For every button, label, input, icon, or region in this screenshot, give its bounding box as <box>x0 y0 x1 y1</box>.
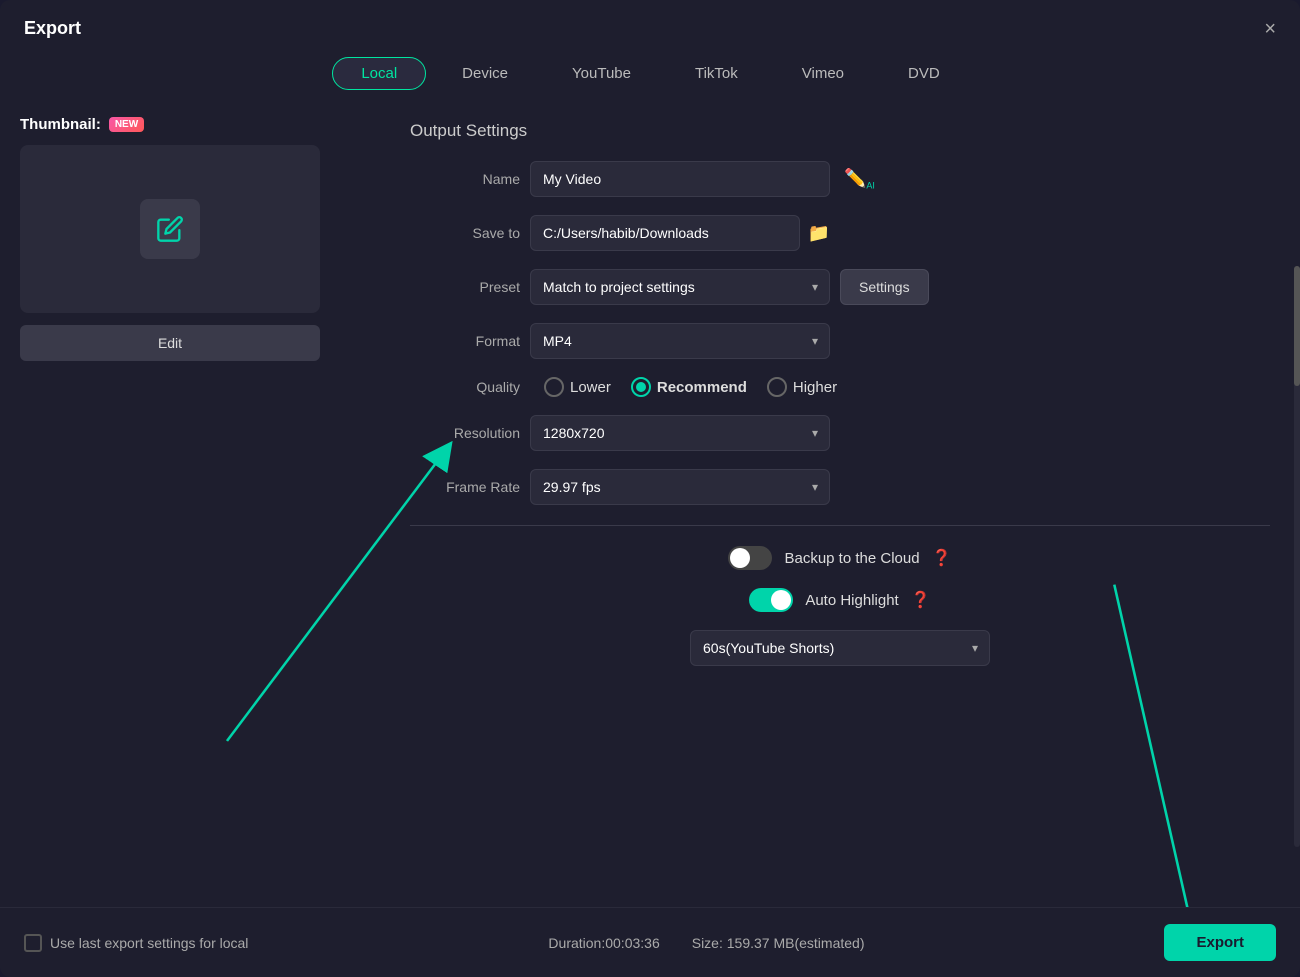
backup-row: Backup to the Cloud ❓ <box>410 546 1270 570</box>
folder-icon[interactable]: 📁 <box>808 223 830 244</box>
resolution-label: Resolution <box>410 425 520 441</box>
path-row: 📁 <box>530 215 830 251</box>
backup-help-icon[interactable]: ❓ <box>932 548 952 568</box>
thumbnail-preview <box>20 145 320 313</box>
dialog-title: Export <box>24 18 81 39</box>
resolution-select-wrap: 1280x720 ▾ <box>530 415 830 451</box>
quality-lower-label: Lower <box>570 379 611 396</box>
export-dialog: Export × Local Device YouTube TikTok Vim… <box>0 0 1300 977</box>
name-input[interactable] <box>530 161 830 197</box>
main-content: Thumbnail: NEW Edit Output Settings Name <box>0 106 1300 907</box>
radio-recommend-circle <box>631 377 651 397</box>
resolution-select[interactable]: 1280x720 <box>530 415 830 451</box>
format-select-wrap: MP4 ▾ <box>530 323 830 359</box>
frame-rate-select[interactable]: 29.97 fps <box>530 469 830 505</box>
tabs-bar: Local Device YouTube TikTok Vimeo DVD <box>0 49 1300 106</box>
save-to-label: Save to <box>410 225 520 241</box>
scrollbar-track <box>1294 266 1300 847</box>
tab-dvd[interactable]: DVD <box>880 57 968 90</box>
highlight-dropdown-row: 60s(YouTube Shorts) ▾ <box>410 630 1270 666</box>
backup-toggle[interactable] <box>728 546 772 570</box>
save-path-input[interactable] <box>530 215 800 251</box>
settings-button[interactable]: Settings <box>840 269 929 305</box>
tab-youtube[interactable]: YouTube <box>544 57 659 90</box>
divider <box>410 525 1270 526</box>
thumbnail-label-text: Thumbnail: <box>20 116 101 133</box>
quality-lower[interactable]: Lower <box>544 377 611 397</box>
tab-device[interactable]: Device <box>434 57 536 90</box>
close-button[interactable]: × <box>1264 19 1276 39</box>
frame-rate-select-wrap: 29.97 fps ▾ <box>530 469 830 505</box>
auto-highlight-help-icon[interactable]: ❓ <box>911 590 931 610</box>
quality-label: Quality <box>410 379 520 395</box>
frame-rate-row: Frame Rate 29.97 fps ▾ <box>410 469 1270 505</box>
auto-highlight-row: Auto Highlight ❓ <box>410 588 1270 612</box>
scrollbar-thumb[interactable] <box>1294 266 1300 386</box>
radio-higher-circle <box>767 377 787 397</box>
new-badge: NEW <box>109 117 144 132</box>
export-button[interactable]: Export <box>1164 924 1276 961</box>
right-panel: Output Settings Name ✏️AI Save to 📁 Pres… <box>400 116 1280 907</box>
ai-icon[interactable]: ✏️AI <box>844 168 875 191</box>
quality-recommend-label: Recommend <box>657 379 747 396</box>
edit-icon-box <box>140 199 200 259</box>
tab-local[interactable]: Local <box>332 57 426 90</box>
use-last-row: Use last export settings for local <box>24 934 248 952</box>
preset-label: Preset <box>410 279 520 295</box>
edit-button[interactable]: Edit <box>20 325 320 361</box>
title-bar: Export × <box>0 0 1300 49</box>
quality-recommend[interactable]: Recommend <box>631 377 747 397</box>
thumbnail-label-row: Thumbnail: NEW <box>20 116 380 133</box>
name-row: Name ✏️AI <box>410 161 1270 197</box>
auto-highlight-toggle[interactable] <box>749 588 793 612</box>
name-label: Name <box>410 171 520 187</box>
quality-higher-label: Higher <box>793 379 837 396</box>
preset-select-wrap: Match to project settings ▾ <box>530 269 830 305</box>
highlight-select-wrap: 60s(YouTube Shorts) ▾ <box>690 630 990 666</box>
quality-higher[interactable]: Higher <box>767 377 837 397</box>
use-last-label: Use last export settings for local <box>50 935 248 951</box>
radio-lower-circle <box>544 377 564 397</box>
format-label: Format <box>410 333 520 349</box>
output-settings-title: Output Settings <box>410 121 1270 141</box>
pencil-icon <box>156 215 184 243</box>
use-last-checkbox[interactable] <box>24 934 42 952</box>
left-panel: Thumbnail: NEW Edit <box>20 116 380 907</box>
frame-rate-label: Frame Rate <box>410 479 520 495</box>
quality-radio-group: Lower Recommend Higher <box>544 377 837 397</box>
highlight-select[interactable]: 60s(YouTube Shorts) <box>690 630 990 666</box>
save-to-row: Save to 📁 <box>410 215 1270 251</box>
format-row: Format MP4 ▾ <box>410 323 1270 359</box>
resolution-row: Resolution 1280x720 ▾ <box>410 415 1270 451</box>
preset-row: Preset Match to project settings ▾ Setti… <box>410 269 1270 305</box>
auto-highlight-label: Auto Highlight <box>805 592 898 609</box>
format-select[interactable]: MP4 <box>530 323 830 359</box>
preset-select[interactable]: Match to project settings <box>530 269 830 305</box>
size-info: Size: 159.37 MB(estimated) <box>692 935 865 951</box>
tab-tiktok[interactable]: TikTok <box>667 57 766 90</box>
duration-info: Duration:00:03:36 <box>548 935 659 951</box>
tab-vimeo[interactable]: Vimeo <box>774 57 872 90</box>
bottom-info: Duration:00:03:36 Size: 159.37 MB(estima… <box>548 935 864 951</box>
backup-label: Backup to the Cloud <box>784 550 919 567</box>
bottom-bar: Use last export settings for local Durat… <box>0 907 1300 977</box>
quality-row: Quality Lower Recommend Higher <box>410 377 1270 397</box>
